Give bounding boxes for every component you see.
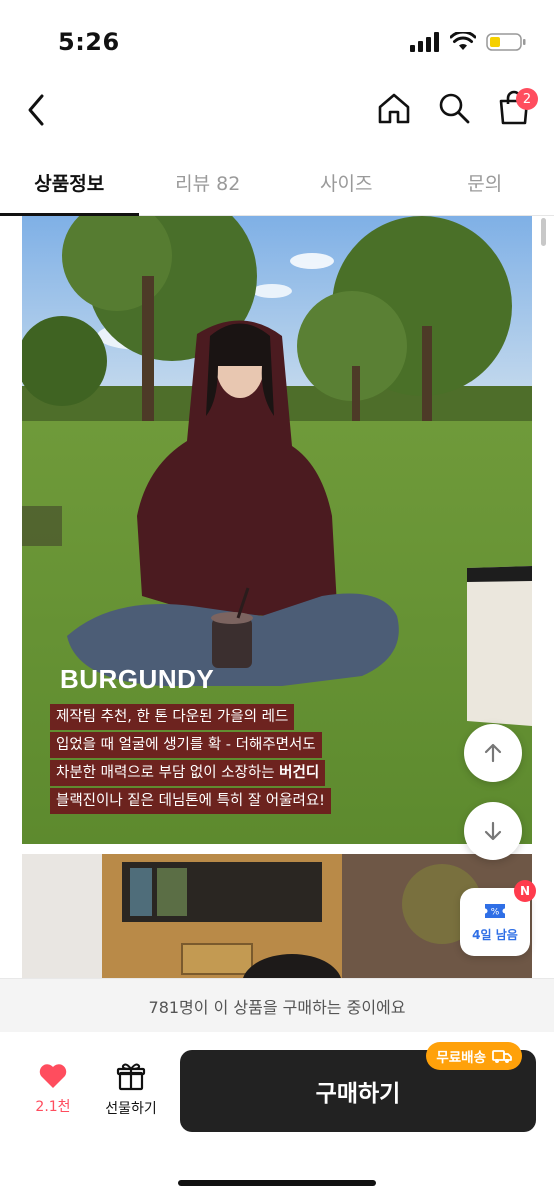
coupon-icon: % — [485, 903, 505, 918]
status-bar: 5:26 — [0, 0, 554, 80]
svg-text:%: % — [491, 907, 500, 917]
top-nav: 2 — [0, 80, 554, 142]
like-count: 2.1천 — [35, 1099, 71, 1115]
coupon-remaining-label: 4일 남음 — [472, 927, 518, 942]
gift-icon — [116, 1063, 146, 1091]
caption-line-4: 블랙진이나 짙은 데님톤에 특히 잘 어울려요! — [50, 788, 331, 814]
tab-product-info[interactable]: 상품정보 — [0, 150, 139, 216]
like-button[interactable]: 2.1천 — [22, 1062, 84, 1116]
gift-label: 선물하기 — [105, 1101, 157, 1117]
nav-actions: 2 — [376, 88, 538, 128]
truck-icon — [492, 1050, 512, 1063]
search-icon — [439, 93, 470, 124]
caption-line-1: 제작팀 추천, 한 톤 다운된 가을의 레드 — [50, 704, 295, 730]
product-photo-door — [22, 854, 532, 978]
caption-line-3-text: 차분한 매력으로 부담 없이 소장하는 — [56, 765, 275, 781]
signal-icon — [410, 32, 439, 52]
product-tabs: 상품정보 리뷰 82 사이즈 문의 — [0, 150, 554, 216]
scroll-up-button[interactable] — [464, 724, 522, 782]
home-indicator[interactable] — [178, 1180, 376, 1186]
coupon-button[interactable]: % 4일 남음 N — [460, 880, 536, 956]
back-button[interactable] — [20, 90, 60, 130]
caption-highlight: 버건디 — [279, 765, 320, 781]
buying-notice: 781명이 이 상품을 구매하는 중이에요 — [0, 978, 554, 1032]
status-icons — [410, 32, 526, 52]
cart-button[interactable]: 2 — [496, 88, 538, 128]
home-icon — [378, 93, 410, 124]
status-time: 5:26 — [58, 28, 120, 56]
tab-inquiry[interactable]: 문의 — [416, 150, 554, 215]
tab-reviews[interactable]: 리뷰 82 — [139, 150, 278, 215]
home-button[interactable] — [376, 88, 412, 128]
color-title: BURGUNDY — [60, 664, 215, 694]
arrow-down-icon — [484, 821, 502, 841]
tab-size[interactable]: 사이즈 — [277, 150, 416, 215]
caption-line-3: 차분한 매력으로 부담 없이 소장하는 버건디 — [50, 760, 326, 786]
arrow-up-icon — [484, 743, 502, 763]
free-shipping-label: 무료배송 — [436, 1050, 486, 1066]
chevron-left-icon — [28, 94, 44, 126]
wifi-icon — [450, 32, 476, 50]
heart-icon — [39, 1064, 67, 1088]
free-shipping-badge: 무료배송 — [426, 1042, 522, 1070]
new-badge: N — [514, 880, 536, 902]
search-button[interactable] — [436, 88, 472, 128]
cart-count-badge: 2 — [516, 88, 538, 110]
battery-icon — [486, 33, 526, 51]
scroll-down-button[interactable] — [464, 802, 522, 860]
product-detail-images[interactable]: BURGUNDY 제작팀 추천, 한 톤 다운된 가을의 레드 입었을 때 얼굴… — [22, 216, 532, 978]
caption-line-2: 입었을 때 얼굴에 생기를 확 - 더해주면서도 — [50, 732, 322, 758]
gift-button[interactable]: 선물하기 — [96, 1062, 166, 1118]
scrollbar-thumb[interactable] — [541, 218, 546, 246]
